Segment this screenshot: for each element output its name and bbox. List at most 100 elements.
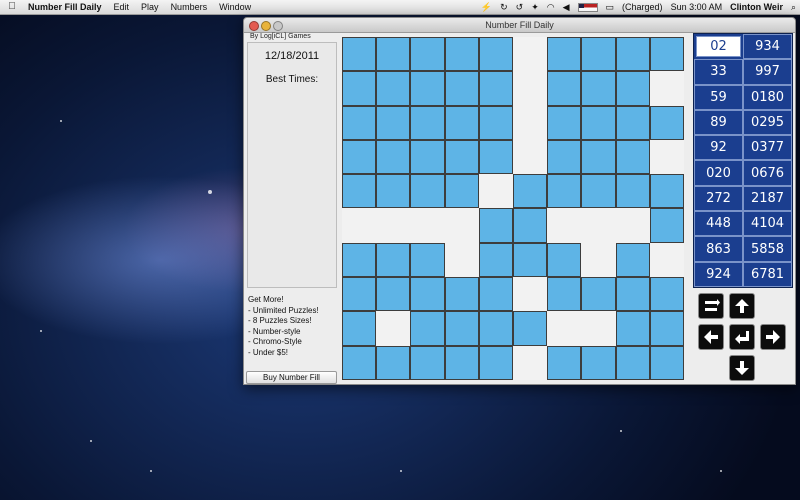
number-item[interactable]: 6781: [743, 261, 792, 287]
grid-cell[interactable]: [512, 242, 548, 278]
grid-cell[interactable]: [376, 105, 411, 140]
grid-cell[interactable]: [512, 174, 548, 209]
battery-icon[interactable]: ▭: [602, 0, 619, 14]
grid-cell[interactable]: [444, 37, 479, 72]
minimize-button[interactable]: [261, 21, 271, 31]
clock[interactable]: Sun 3:00 AM: [667, 0, 727, 14]
number-item[interactable]: 448: [694, 211, 743, 237]
menu-numbers[interactable]: Numbers: [165, 0, 214, 14]
grid-cell[interactable]: [615, 71, 650, 106]
down-button[interactable]: [729, 355, 755, 381]
number-item[interactable]: 02: [694, 34, 743, 60]
grid-cell[interactable]: [444, 311, 479, 346]
grid-cell[interactable]: [649, 277, 684, 312]
grid-cell[interactable]: [512, 208, 548, 243]
number-item[interactable]: 4104: [743, 211, 792, 237]
grid-cell[interactable]: [547, 345, 582, 380]
grid-cell[interactable]: [649, 242, 684, 278]
grid-cell[interactable]: [615, 345, 650, 380]
number-item[interactable]: 0295: [743, 109, 792, 136]
number-item[interactable]: 5858: [743, 236, 792, 262]
grid-cell[interactable]: [376, 37, 411, 72]
grid-cell[interactable]: [478, 174, 513, 209]
grid-cell[interactable]: [512, 345, 548, 380]
grid-cell[interactable]: [615, 277, 650, 312]
grid-cell[interactable]: [615, 208, 650, 243]
grid-cell[interactable]: [581, 174, 616, 209]
grid-cell[interactable]: [444, 345, 479, 380]
grid-cell[interactable]: [615, 105, 650, 140]
grid-cell[interactable]: [581, 345, 616, 380]
number-item[interactable]: 0377: [743, 135, 792, 161]
grid-cell[interactable]: [547, 105, 582, 140]
grid-cell[interactable]: [649, 345, 684, 380]
grid-cell[interactable]: [478, 345, 513, 380]
grid-cell[interactable]: [376, 71, 411, 106]
grid-cell[interactable]: [478, 71, 513, 106]
grid-cell[interactable]: [478, 277, 513, 312]
grid-cell[interactable]: [410, 208, 445, 243]
grid-cell[interactable]: [342, 71, 377, 106]
grid-cell[interactable]: [410, 37, 445, 72]
grid-cell[interactable]: [376, 311, 411, 346]
grid-cell[interactable]: [547, 37, 582, 72]
grid-cell[interactable]: [342, 139, 377, 175]
number-item[interactable]: 020: [694, 160, 743, 186]
grid-cell[interactable]: [444, 71, 479, 106]
grid-cell[interactable]: [512, 37, 548, 72]
grid-cell[interactable]: [512, 277, 548, 312]
grid-cell[interactable]: [444, 277, 479, 312]
grid-cell[interactable]: [649, 105, 684, 140]
grid-cell[interactable]: [478, 139, 513, 175]
number-item[interactable]: 997: [743, 59, 792, 85]
number-item[interactable]: 2187: [743, 185, 792, 212]
number-item[interactable]: 934: [743, 34, 792, 60]
spotlight-icon[interactable]: ⌕: [787, 0, 800, 14]
bluetooth-icon[interactable]: ✦: [527, 0, 543, 14]
grid-cell[interactable]: [342, 242, 377, 278]
grid-cell[interactable]: [444, 208, 479, 243]
grid-cell[interactable]: [410, 139, 445, 175]
number-item[interactable]: 863: [694, 236, 743, 262]
grid-cell[interactable]: [444, 174, 479, 209]
left-button[interactable]: [698, 324, 724, 350]
grid-cell[interactable]: [342, 345, 377, 380]
zoom-button[interactable]: [273, 21, 283, 31]
grid-cell[interactable]: [342, 105, 377, 140]
flag-icon[interactable]: [574, 0, 602, 14]
grid-cell[interactable]: [376, 139, 411, 175]
grid-cell[interactable]: [410, 174, 445, 209]
grid-cell[interactable]: [478, 208, 513, 243]
grid-cell[interactable]: [581, 37, 616, 72]
grid-cell[interactable]: [342, 311, 377, 346]
grid-cell[interactable]: [478, 242, 513, 278]
wifi-icon[interactable]: ◠: [543, 0, 559, 14]
grid-cell[interactable]: [376, 277, 411, 312]
grid-cell[interactable]: [581, 311, 616, 346]
grid-cell[interactable]: [581, 277, 616, 312]
menu-window[interactable]: Window: [213, 0, 257, 14]
number-item[interactable]: 924: [694, 261, 743, 287]
grid-cell[interactable]: [547, 71, 582, 106]
grid-cell[interactable]: [512, 105, 548, 140]
grid-cell[interactable]: [410, 345, 445, 380]
grid-cell[interactable]: [547, 208, 582, 243]
number-item[interactable]: 0180: [743, 84, 792, 110]
grid-cell[interactable]: [581, 105, 616, 140]
grid-cell[interactable]: [512, 139, 548, 175]
grid-cell[interactable]: [410, 242, 445, 278]
number-item[interactable]: 272: [694, 185, 743, 212]
grid-cell[interactable]: [649, 174, 684, 209]
grid-cell[interactable]: [547, 139, 582, 175]
grid-cell[interactable]: [581, 208, 616, 243]
grid-cell[interactable]: [342, 37, 377, 72]
title-bar[interactable]: Number Fill Daily: [244, 18, 795, 33]
apple-menu-icon[interactable]: : [0, 0, 24, 14]
user-name[interactable]: Clinton Weir: [726, 0, 787, 14]
grid-cell[interactable]: [615, 174, 650, 209]
grid-cell[interactable]: [376, 174, 411, 209]
grid-cell[interactable]: [649, 71, 684, 106]
grid-cell[interactable]: [478, 105, 513, 140]
grid-cell[interactable]: [649, 208, 684, 243]
grid-cell[interactable]: [410, 105, 445, 140]
